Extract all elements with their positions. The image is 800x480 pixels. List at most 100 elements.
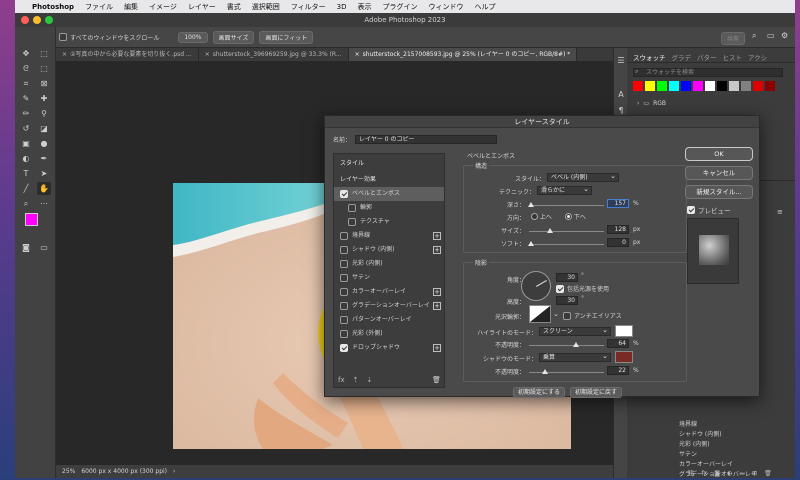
- effect-checkbox[interactable]: [340, 274, 348, 282]
- soften-input[interactable]: 0: [607, 238, 629, 247]
- ok-button[interactable]: OK: [685, 147, 753, 161]
- adjustment-icon[interactable]: ◐: [727, 470, 732, 477]
- brush-tool-icon[interactable]: ✏: [19, 107, 33, 120]
- swatch[interactable]: [729, 81, 739, 91]
- effect-checkbox[interactable]: [348, 218, 356, 226]
- layer-name-field[interactable]: レイヤー 0 のコピー: [355, 135, 498, 144]
- menu-type[interactable]: 書式: [227, 2, 241, 12]
- slider-knob[interactable]: [542, 369, 548, 374]
- depth-slider[interactable]: [528, 202, 604, 207]
- screen-mode-icon[interactable]: ▭: [37, 241, 51, 254]
- fx-icon[interactable]: fx: [702, 470, 708, 477]
- slider-knob[interactable]: [573, 342, 579, 347]
- slider-knob[interactable]: [547, 228, 553, 233]
- menu-layer[interactable]: レイヤー: [188, 2, 216, 12]
- chevron-down-icon[interactable]: ⌄: [553, 310, 559, 318]
- highlight-mode-select[interactable]: スクリーン: [539, 326, 611, 336]
- effect-color-overlay[interactable]: カラーオーバーレイ +: [334, 285, 444, 299]
- swatch-folder-rgb[interactable]: › ▭ RGB: [637, 100, 666, 107]
- fit-screen-button[interactable]: 画面サイズ: [212, 30, 255, 44]
- size-slider[interactable]: [529, 228, 604, 233]
- tab-histogram[interactable]: ヒスト: [723, 52, 743, 62]
- minimize-window-button[interactable]: [33, 16, 41, 24]
- dodge-tool-icon[interactable]: ◐: [19, 152, 33, 165]
- zoom-100-button[interactable]: 100%: [178, 31, 208, 43]
- properties-icon[interactable]: ☰: [614, 54, 628, 67]
- menu-filter[interactable]: フィルター: [291, 2, 326, 12]
- workspace-icon[interactable]: ▭: [767, 31, 775, 40]
- layer-effect-item[interactable]: サテン: [679, 450, 757, 460]
- bevel-style-select[interactable]: ベベル (内側): [547, 172, 619, 182]
- highlight-color-swatch[interactable]: [615, 325, 633, 337]
- shadow-color-swatch[interactable]: [615, 351, 633, 363]
- highlight-opacity-input[interactable]: 64: [607, 339, 629, 348]
- layer-effect-item[interactable]: シャドウ (内側): [679, 430, 757, 440]
- effect-checkbox[interactable]: [340, 246, 348, 254]
- effect-gradient-overlay[interactable]: グラデーションオーバーレイ +: [334, 299, 444, 313]
- swatch[interactable]: [753, 81, 763, 91]
- menu-image[interactable]: イメージ: [149, 2, 177, 12]
- gloss-contour-preview[interactable]: [529, 305, 551, 323]
- layer-effect-item[interactable]: 境界線: [679, 420, 757, 430]
- crop-tool-icon[interactable]: ⌗: [19, 77, 33, 90]
- swatch[interactable]: [765, 81, 775, 91]
- slider-knob[interactable]: [528, 241, 534, 246]
- antialias-checkbox[interactable]: [563, 311, 571, 320]
- settings-icon[interactable]: ⚙: [781, 31, 788, 40]
- effect-checkbox[interactable]: [340, 190, 348, 198]
- scroll-all-checkbox-box[interactable]: [59, 33, 67, 41]
- trash-icon[interactable]: 🗑: [764, 470, 772, 477]
- effect-stroke[interactable]: 境界線 +: [334, 229, 444, 243]
- antialias-option[interactable]: アンチエイリアス: [563, 311, 622, 320]
- move-tool-icon[interactable]: ✥: [19, 47, 33, 60]
- search-icon[interactable]: ⌕: [752, 31, 756, 41]
- menu-file[interactable]: ファイル: [85, 2, 113, 12]
- chevron-right-icon[interactable]: ›: [173, 468, 175, 475]
- document-tab-active[interactable]: × shutterstock_2157008593.jpg @ 25% (レイヤー…: [348, 48, 578, 61]
- close-window-button[interactable]: [21, 16, 29, 24]
- clone-stamp-tool-icon[interactable]: ⚲: [37, 107, 51, 120]
- global-light-checkbox[interactable]: [556, 284, 564, 293]
- menu-edit[interactable]: 編集: [124, 2, 138, 12]
- list-header-styles[interactable]: スタイル: [334, 157, 444, 171]
- move-down-icon[interactable]: ⇣: [366, 376, 372, 384]
- effect-drop-shadow[interactable]: ドロップシャドウ +: [334, 341, 444, 355]
- preview-option[interactable]: プレビュー: [687, 205, 731, 215]
- document-tab[interactable]: × shutterstock_396969259.jpg @ 33.3% (R..…: [199, 48, 349, 61]
- effect-satin[interactable]: サテン: [334, 271, 444, 285]
- altitude-input[interactable]: 30: [556, 296, 578, 305]
- size-input[interactable]: 128: [607, 225, 629, 234]
- direction-up-option[interactable]: 上へ: [531, 212, 552, 221]
- tab-actions[interactable]: アクシ: [748, 52, 767, 62]
- more-tools-icon[interactable]: ⋯: [37, 197, 51, 210]
- character-icon[interactable]: A: [614, 88, 628, 101]
- add-effect-icon[interactable]: +: [433, 232, 441, 240]
- scroll-all-windows-checkbox[interactable]: すべてのウィンドウをスクロール: [59, 33, 159, 42]
- effect-outer-glow[interactable]: 光彩 (外側): [334, 327, 444, 341]
- pen-tool-icon[interactable]: ✒: [37, 152, 51, 165]
- type-tool-icon[interactable]: T: [19, 167, 33, 180]
- panel-menu-icon[interactable]: ≡: [777, 208, 783, 216]
- lasso-tool-icon[interactable]: ᘓ: [19, 62, 33, 75]
- swatch[interactable]: [633, 81, 643, 91]
- menu-view[interactable]: 表示: [357, 2, 371, 12]
- menu-help[interactable]: ヘルプ: [474, 2, 495, 12]
- eraser-tool-icon[interactable]: ◪: [37, 122, 51, 135]
- direction-down-option[interactable]: 下へ: [565, 212, 586, 221]
- zoom-tool-icon[interactable]: ⌕: [19, 197, 33, 210]
- tab-gradients[interactable]: グラデ: [672, 52, 692, 62]
- add-effect-icon[interactable]: +: [433, 246, 441, 254]
- hand-tool-icon[interactable]: ✋: [37, 182, 51, 195]
- swatch[interactable]: [717, 81, 727, 91]
- folder-icon[interactable]: ▭: [739, 470, 745, 477]
- eyedropper-tool-icon[interactable]: ✎: [19, 92, 33, 105]
- trash-icon[interactable]: 🗑: [432, 376, 441, 384]
- quick-mask-icon[interactable]: ◙: [19, 241, 33, 254]
- fx-icon[interactable]: fx: [338, 376, 345, 384]
- menu-plugins[interactable]: プラグイン: [382, 2, 417, 12]
- swatch[interactable]: [693, 81, 703, 91]
- slider-knob[interactable]: [528, 202, 534, 207]
- link-icon[interactable]: ⛓: [687, 470, 695, 477]
- effect-inner-glow[interactable]: 光彩 (内側): [334, 257, 444, 271]
- effect-checkbox[interactable]: [340, 302, 348, 310]
